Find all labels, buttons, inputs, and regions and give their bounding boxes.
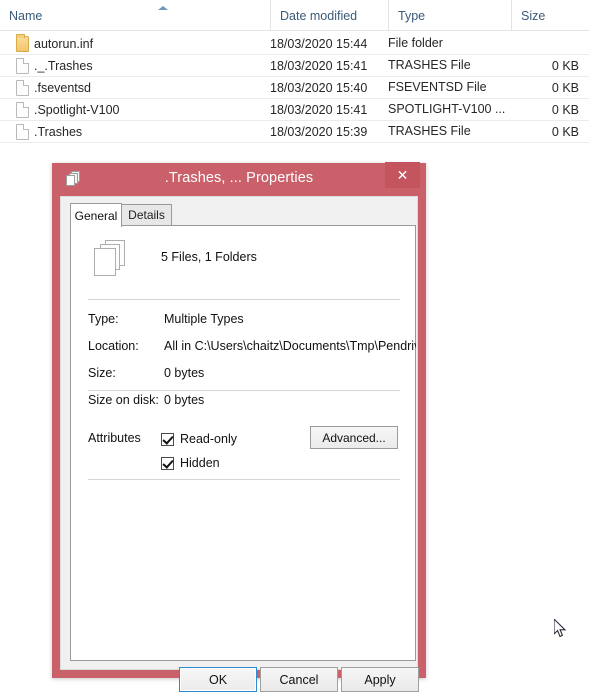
file-type: TRASHES File — [388, 58, 471, 72]
tab-strip: General Details — [70, 203, 420, 227]
properties-dialog: .Trashes, ... Properties ✕ General Detai… — [52, 162, 426, 692]
table-row[interactable]: .Trashes 18/03/2020 15:39 TRASHES File 0… — [0, 121, 589, 143]
file-type: SPOTLIGHT-V100 ... — [388, 102, 506, 116]
file-name: .Trashes — [34, 124, 83, 139]
file-type: TRASHES File — [388, 124, 471, 138]
dialog-titlebar[interactable]: .Trashes, ... Properties ✕ — [60, 162, 420, 196]
field-size: Size: 0 bytes — [88, 366, 408, 388]
sort-ascending-icon — [158, 6, 168, 10]
file-date-modified: 18/03/2020 15:44 — [270, 36, 368, 51]
column-header-name-label: Name — [9, 8, 43, 23]
field-location: Location: All in C:\Users\chaitz\Documen… — [88, 339, 416, 361]
column-header-date-label: Date modified — [280, 8, 358, 23]
file-size: 0 KB — [551, 102, 579, 117]
field-type: Type: Multiple Types — [88, 312, 408, 334]
checkmark-icon[interactable] — [161, 456, 174, 470]
field-size-on-disk: Size on disk: 0 bytes — [88, 393, 408, 415]
table-row[interactable]: .Spotlight-V100 18/03/2020 15:41 SPOTLIG… — [0, 99, 589, 121]
file-size: 0 KB — [551, 124, 579, 139]
selection-count: 5 Files, 1 Folders — [161, 250, 257, 264]
file-date-modified: 18/03/2020 15:40 — [270, 80, 368, 95]
field-size-on-disk-value: 0 bytes — [164, 393, 205, 407]
divider — [88, 299, 400, 300]
document-icon — [16, 124, 29, 140]
checkbox-read-only-label: Read-only — [180, 432, 237, 446]
file-size: 0 KB — [551, 80, 579, 95]
file-name: ._.Trashes — [34, 58, 93, 73]
field-size-label: Size: — [88, 366, 116, 380]
table-row[interactable]: .fseventsd 18/03/2020 15:40 FSEVENTSD Fi… — [0, 77, 589, 99]
file-date-modified: 18/03/2020 15:41 — [270, 58, 368, 73]
column-header-size-label: Size — [521, 8, 546, 23]
folder-icon — [16, 34, 29, 52]
field-type-label: Type: — [88, 312, 119, 326]
document-icon — [16, 102, 29, 118]
file-name: .fseventsd — [34, 80, 91, 95]
ok-button[interactable]: OK — [179, 667, 257, 692]
tab-panel-general: 5 Files, 1 Folders Type: Multiple Types … — [70, 225, 416, 661]
table-row[interactable]: autorun.inf 18/03/2020 15:44 File folder — [0, 33, 589, 55]
field-size-value: 0 bytes — [164, 366, 205, 380]
file-date-modified: 18/03/2020 15:39 — [270, 124, 368, 139]
dialog-body: General Details 5 Files, 1 Folders Type:… — [60, 196, 420, 692]
mouse-pointer-icon — [553, 617, 568, 639]
column-header-size[interactable]: Size — [511, 0, 589, 31]
tab-general[interactable]: General — [70, 203, 122, 227]
advanced-button[interactable]: Advanced... — [310, 426, 398, 449]
field-location-value: All in C:\Users\chaitz\Documents\Tmp\Pen… — [164, 339, 416, 353]
tab-details-label: Details — [128, 208, 165, 222]
file-name: autorun.inf — [34, 36, 94, 51]
tab-general-label: General — [74, 208, 118, 223]
field-location-label: Location: — [88, 339, 139, 353]
column-header-type-label: Type — [398, 8, 426, 23]
table-row[interactable]: ._.Trashes 18/03/2020 15:41 TRASHES File… — [0, 55, 589, 77]
file-list: Name Date modified Type Size autorun.inf… — [0, 0, 602, 148]
checkbox-hidden[interactable]: Hidden — [161, 454, 220, 472]
apply-button[interactable]: Apply — [341, 667, 419, 692]
document-icon — [16, 58, 29, 74]
divider — [88, 390, 400, 391]
file-size: 0 KB — [551, 58, 579, 73]
file-type: File folder — [388, 36, 443, 50]
close-icon[interactable]: ✕ — [385, 162, 420, 188]
file-type: FSEVENTSD File — [388, 80, 487, 94]
divider — [88, 479, 400, 480]
document-icon — [16, 80, 29, 96]
checkbox-read-only[interactable]: Read-only — [161, 430, 237, 448]
multiple-files-icon — [91, 240, 131, 280]
column-header-name[interactable]: Name — [0, 0, 270, 31]
cancel-button[interactable]: Cancel — [260, 667, 338, 692]
column-header-type[interactable]: Type — [388, 0, 511, 31]
attributes-label: Attributes — [88, 431, 141, 445]
checkmark-icon[interactable] — [161, 432, 174, 446]
file-date-modified: 18/03/2020 15:41 — [270, 102, 368, 117]
column-header-row: Name Date modified Type Size — [0, 0, 589, 31]
file-name: .Spotlight-V100 — [34, 102, 120, 117]
column-header-date-modified[interactable]: Date modified — [270, 0, 388, 31]
field-type-value: Multiple Types — [164, 312, 244, 326]
dialog-title: .Trashes, ... Properties — [164, 170, 314, 186]
field-size-on-disk-label: Size on disk: — [88, 393, 159, 407]
file-size — [511, 33, 579, 54]
checkbox-hidden-label: Hidden — [180, 456, 220, 470]
tab-details[interactable]: Details — [122, 204, 172, 226]
